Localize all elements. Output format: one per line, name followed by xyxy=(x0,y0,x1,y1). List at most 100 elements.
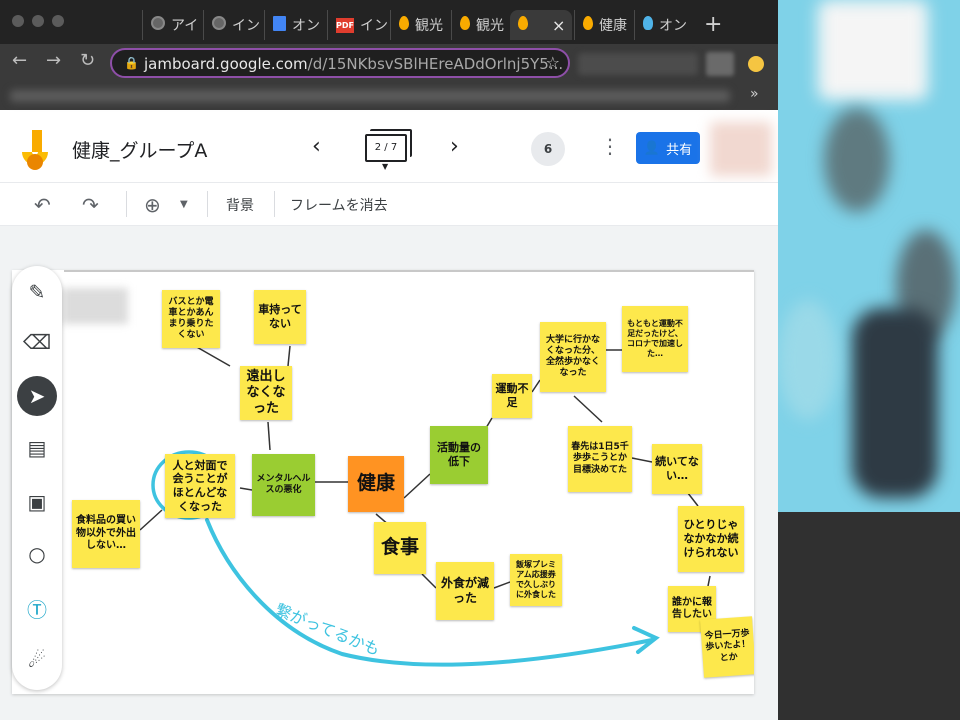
globe-icon xyxy=(212,16,226,34)
more-vert-icon[interactable]: ⋮ xyxy=(600,134,620,158)
clear-frame-button[interactable]: フレームを消去 xyxy=(290,195,388,215)
jamboard-frame[interactable]: 繋がってるかも バスとか電車とかあんまり乗りたくない 車持ってない 遠出しなくな… xyxy=(12,270,754,694)
sticky-note[interactable]: 続いてない… xyxy=(652,444,702,494)
address-bar[interactable]: 🔒 jamboard.google.com/d/15NKbsvSBlHEreAD… xyxy=(110,48,570,78)
tab-label: 健康 xyxy=(599,18,627,34)
next-frame-chevron-icon[interactable]: › xyxy=(450,134,459,159)
zoom-icon[interactable]: ⊕ xyxy=(144,193,161,217)
tab-5[interactable]: 観光 xyxy=(390,10,448,40)
person-add-icon: 👤 xyxy=(643,140,661,156)
sticky-note[interactable]: 飯塚プレミアム応援券で久しぶりに外食した xyxy=(510,554,562,606)
pdf-icon: PDF xyxy=(336,17,354,33)
reload-icon[interactable]: ↻ xyxy=(80,50,95,71)
connector-line xyxy=(403,473,431,499)
globe-icon xyxy=(151,16,165,34)
sticky-note[interactable]: 食事 xyxy=(374,522,426,574)
image-icon[interactable]: ▣ xyxy=(17,482,57,522)
sticky-note[interactable]: バスとか電車とかあんまり乗りたくない xyxy=(162,290,220,348)
jamboard-icon xyxy=(460,16,470,34)
sticky-note-icon[interactable]: ▤ xyxy=(17,428,57,468)
tab-6[interactable]: 観光 xyxy=(451,10,509,40)
sticky-note[interactable]: 食料品の買い物以外で外出しない… xyxy=(72,500,140,568)
frame-indicator[interactable]: 2 / 7 xyxy=(365,134,407,162)
sticky-note[interactable]: メンタルヘルスの悪化 xyxy=(252,454,315,516)
circle-shape-icon[interactable]: ○ xyxy=(17,534,57,574)
sticky-note[interactable]: 外食が減った xyxy=(436,562,494,620)
sticky-note[interactable]: 運動不足 xyxy=(492,374,532,418)
toolbar-divider xyxy=(126,191,127,217)
lock-icon: 🔒 xyxy=(124,56,139,70)
sticky-note[interactable]: 今日一万歩歩いたよ！とか xyxy=(700,616,754,678)
pen-icon[interactable]: ✎ xyxy=(17,272,57,312)
text-box-icon[interactable]: Ⓣ xyxy=(17,588,57,628)
tab-2[interactable]: イン xyxy=(203,10,261,40)
forward-arrow-icon[interactable]: → xyxy=(46,50,61,71)
blurred-video-region xyxy=(824,108,890,212)
editing-toolbar: ↶ ↷ ⊕ ▼ 背景 フレームを消去 xyxy=(0,182,778,226)
jamboard-logo-icon xyxy=(22,130,48,170)
blurred-video-region xyxy=(852,308,938,498)
tab-label: イン xyxy=(232,18,260,34)
eraser-icon[interactable]: ⌫ xyxy=(17,322,57,362)
share-label: 共有 xyxy=(666,142,693,158)
account-avatar[interactable] xyxy=(710,122,772,176)
sticky-note-main-theme[interactable]: 健康 xyxy=(348,456,404,512)
window-close-button[interactable] xyxy=(12,15,24,27)
jamboard-icon xyxy=(518,16,528,34)
connector-line xyxy=(139,509,163,531)
tab-label: 観光 xyxy=(415,18,443,34)
connector-line xyxy=(631,457,653,463)
bookmark-star-icon[interactable]: ☆ xyxy=(546,53,560,72)
tool-rail: ✎ ⌫ ➤ ▤ ▣ ○ Ⓣ ☄ xyxy=(12,266,62,690)
window-minimize-button[interactable] xyxy=(32,15,44,27)
redo-icon[interactable]: ↷ xyxy=(82,193,99,217)
connector-line xyxy=(267,421,271,451)
new-tab-button[interactable]: + xyxy=(704,12,722,37)
sticky-note[interactable]: 遠出しなくなった xyxy=(240,366,292,420)
background-button[interactable]: 背景 xyxy=(226,195,254,215)
back-arrow-icon[interactable]: ← xyxy=(12,50,27,71)
sticky-note[interactable]: 活動量の低下 xyxy=(430,426,488,484)
collaborator-count[interactable]: 6 xyxy=(531,132,565,166)
frame-caret-icon[interactable]: ▼ xyxy=(382,162,388,171)
video-call-panel xyxy=(778,0,960,512)
extensions-area xyxy=(578,53,698,75)
laser-pointer-icon[interactable]: ☄ xyxy=(17,640,57,680)
lightbulb-icon xyxy=(643,16,653,34)
previous-frame-chevron-icon[interactable]: ‹ xyxy=(312,134,321,159)
google-docs-icon xyxy=(273,15,286,35)
sticky-note[interactable]: ひとりじゃなかなか続けられない xyxy=(678,506,744,572)
connector-line xyxy=(239,487,253,491)
zoom-dropdown-icon[interactable]: ▼ xyxy=(180,199,188,210)
tab-9[interactable]: オン xyxy=(634,10,692,40)
tab-8[interactable]: 健康 xyxy=(574,10,632,40)
connector-line xyxy=(421,573,437,589)
tab-active[interactable]: × xyxy=(510,10,572,40)
connector-line xyxy=(194,345,231,367)
tab-label: オン xyxy=(659,18,687,34)
video-panel-bottom xyxy=(778,512,960,720)
url-text[interactable]: jamboard.google.com/d/15NKbsvSBlHEreADdO… xyxy=(144,55,563,73)
tab-label: イン xyxy=(360,18,387,34)
tab-1[interactable]: アイ xyxy=(142,10,200,40)
sticky-note[interactable]: 車持ってない xyxy=(254,290,306,344)
sticky-note[interactable]: 大学に行かなくなった分、全然歩かなくなった xyxy=(540,322,606,392)
jamboard-icon xyxy=(583,16,593,34)
sticky-note[interactable]: もともと運動不足だったけど、コロナで加速した… xyxy=(622,306,688,372)
sticky-note[interactable]: 人と対面で会うことがほとんどなくなった xyxy=(165,454,235,518)
connector-line xyxy=(707,575,711,587)
share-button[interactable]: 👤 共有 xyxy=(636,132,700,164)
tab-4[interactable]: PDF イン xyxy=(327,10,387,40)
close-tab-icon[interactable]: × xyxy=(552,16,565,35)
connector-line xyxy=(493,581,511,589)
undo-icon[interactable]: ↶ xyxy=(34,193,51,217)
bookmarks-bar: » xyxy=(0,82,778,110)
bookmarks-overflow-icon[interactable]: » xyxy=(750,86,759,102)
sticky-note[interactable]: 春先は1日5千歩歩こうとか目標決めてた xyxy=(568,426,632,492)
document-title[interactable]: 健康_グループA xyxy=(72,136,207,163)
window-zoom-button[interactable] xyxy=(52,15,64,27)
tab-3[interactable]: オン xyxy=(264,10,324,40)
select-cursor-icon[interactable]: ➤ xyxy=(17,376,57,416)
profile-avatar[interactable] xyxy=(748,56,764,72)
extension-icon[interactable] xyxy=(706,52,734,76)
